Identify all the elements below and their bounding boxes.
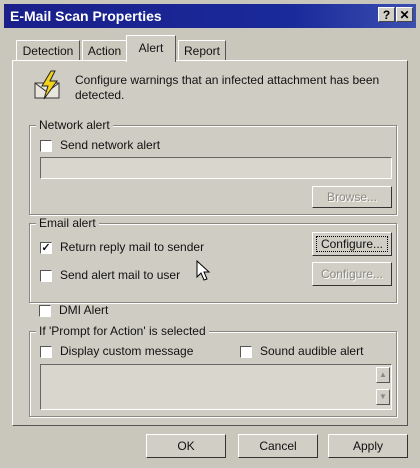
title-bar: E-Mail Scan Properties ? ✕ xyxy=(4,4,416,28)
intro-text-line2: detected. xyxy=(75,88,125,102)
send-alert-user-checkbox[interactable] xyxy=(40,270,52,282)
dmi-alert-checkbox[interactable] xyxy=(39,305,51,317)
ok-button[interactable]: OK xyxy=(146,434,226,458)
custom-message-textarea[interactable]: ▲ ▼ xyxy=(40,364,392,410)
close-button[interactable]: ✕ xyxy=(396,7,413,22)
user-configure-button[interactable]: Configure... xyxy=(312,262,392,286)
return-reply-label: Return reply mail to sender xyxy=(60,240,205,254)
display-custom-message-checkbox[interactable] xyxy=(40,346,52,358)
prompt-action-group-label: If 'Prompt for Action' is selected xyxy=(36,324,209,338)
tab-report[interactable]: Report xyxy=(178,40,226,60)
browse-button[interactable]: Browse... xyxy=(312,186,392,208)
network-alert-field[interactable] xyxy=(40,157,392,179)
reply-configure-button[interactable]: Configure... xyxy=(312,232,392,256)
display-custom-message-label: Display custom message xyxy=(60,344,194,358)
network-alert-group-label: Network alert xyxy=(36,118,113,132)
send-alert-user-label: Send alert mail to user xyxy=(60,268,181,282)
send-network-alert-checkbox[interactable] xyxy=(40,140,52,152)
sound-audible-alert-checkbox[interactable] xyxy=(240,346,252,358)
tab-action[interactable]: Action xyxy=(82,40,127,60)
lightning-alert-icon xyxy=(33,69,65,101)
tab-alert[interactable]: Alert xyxy=(126,35,176,62)
scroll-up-icon[interactable]: ▲ xyxy=(376,367,390,383)
prompt-action-group: If 'Prompt for Action' is selected Displ… xyxy=(29,324,397,417)
network-alert-group: Network alert Send network alert Browse.… xyxy=(29,118,397,215)
cancel-button[interactable]: Cancel xyxy=(238,434,318,458)
window-title: E-Mail Scan Properties xyxy=(10,8,162,24)
help-button[interactable]: ? xyxy=(378,7,395,22)
tab-detection[interactable]: Detection xyxy=(16,40,80,60)
dmi-alert-label: DMI Alert xyxy=(59,303,109,317)
scroll-down-icon[interactable]: ▼ xyxy=(376,389,390,405)
alert-panel: Configure warnings that an infected atta… xyxy=(12,60,408,426)
return-reply-checkbox[interactable]: ✓ xyxy=(40,242,52,254)
mouse-pointer-icon xyxy=(196,259,212,282)
email-alert-group: Email alert ✓ Return reply mail to sende… xyxy=(29,216,397,303)
send-network-alert-label: Send network alert xyxy=(60,138,161,152)
intro-text-line1: Configure warnings that an infected atta… xyxy=(75,73,380,87)
sound-audible-alert-label: Sound audible alert xyxy=(260,344,364,358)
email-alert-group-label: Email alert xyxy=(36,216,99,230)
apply-button[interactable]: Apply xyxy=(328,434,408,458)
